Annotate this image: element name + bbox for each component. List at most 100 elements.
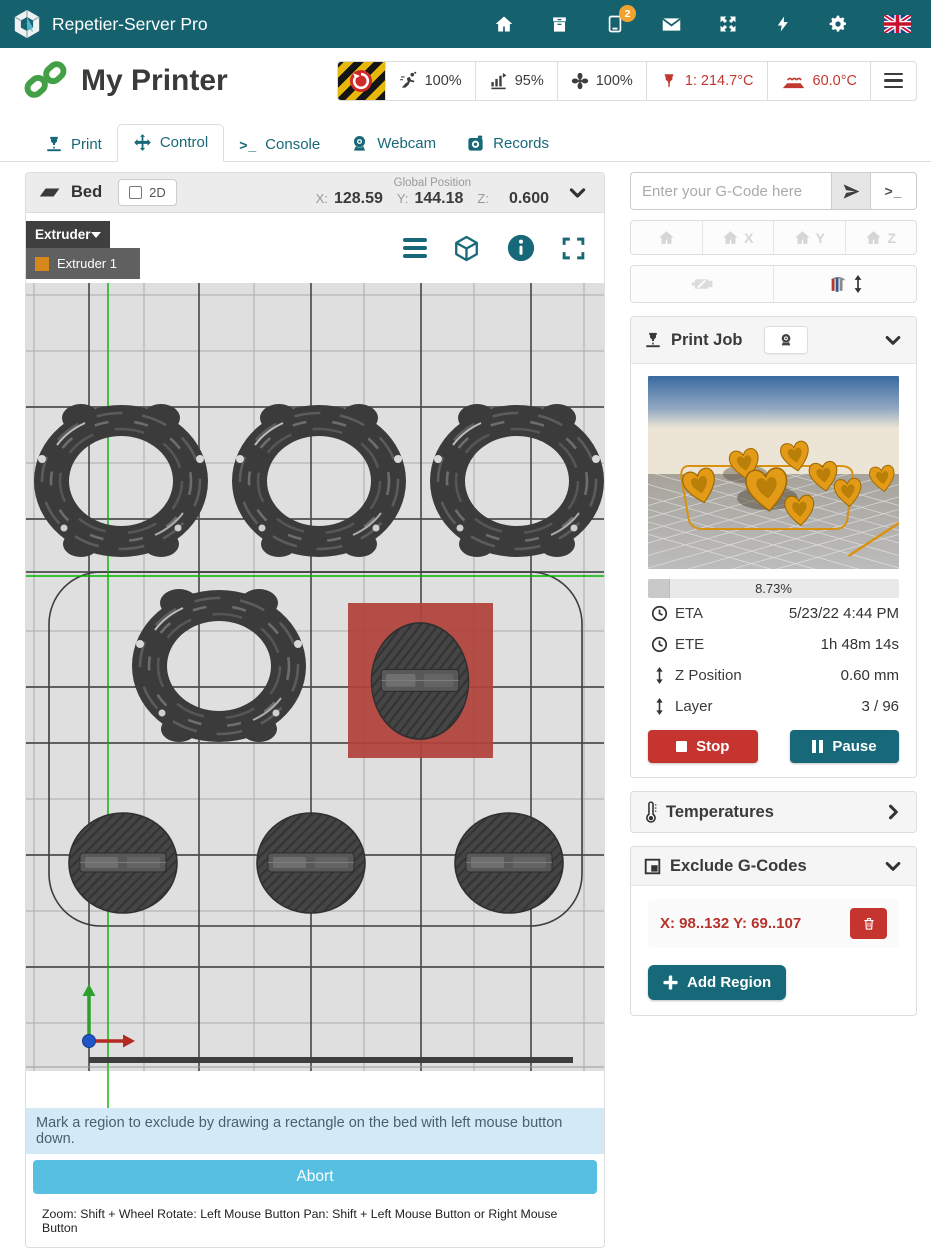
flow-multiplier[interactable]: 95% (475, 62, 557, 100)
home-x-button[interactable]: X (702, 221, 774, 254)
extruder-dropdown-label: Extruder (35, 227, 91, 242)
notification-badge: 2 (619, 5, 636, 22)
print-job-panel: Print Job (630, 316, 917, 778)
excluded-region-item[interactable]: X: 98..132 Y: 69..107 (648, 899, 899, 948)
temperatures-title: Temperatures (666, 803, 774, 822)
top-navbar: Repetier-Server Pro 2 (0, 0, 931, 48)
stop-icon (676, 741, 687, 752)
extruder-legend-item[interactable]: Extruder 1 (26, 248, 140, 279)
tab-control[interactable]: Control (117, 124, 224, 162)
menu-icon (884, 73, 903, 89)
speed-multiplier[interactable]: 100% (385, 62, 475, 100)
view-3d-cube-icon[interactable] (452, 234, 481, 263)
tab-records-label: Records (493, 135, 549, 152)
canvas-menu-icon[interactable] (403, 238, 427, 258)
home-icon[interactable] (494, 14, 514, 34)
fan-icon (571, 72, 589, 90)
power-bolt-icon[interactable] (774, 15, 792, 33)
messages-icon[interactable] (661, 14, 682, 35)
printers-icon[interactable]: 2 (605, 14, 625, 34)
bed-render-canvas[interactable] (26, 283, 604, 1108)
fullscreen-brackets-icon[interactable] (561, 236, 586, 261)
stop-button[interactable]: Stop (648, 730, 758, 763)
z-position-value: 0.600 (509, 190, 549, 208)
brand[interactable]: Repetier-Server Pro (12, 9, 208, 39)
open-console-button[interactable]: >_ (871, 172, 917, 210)
print-job-title: Print Job (671, 331, 743, 350)
aux-buttons-group (630, 265, 917, 303)
z-position-value: 0.60 mm (841, 667, 899, 684)
fullscreen-expand-icon[interactable] (718, 14, 738, 34)
z-axis-label: Z: (477, 191, 489, 206)
home-z-label: Z (887, 230, 896, 246)
excluded-region-label: X: 98..132 Y: 69..107 (660, 915, 801, 932)
eta-row: ETA 5/23/22 4:44 PM (648, 598, 899, 629)
settings-gear-icon[interactable] (828, 14, 848, 34)
exclude-gcodes-header[interactable]: Exclude G-Codes (631, 847, 916, 886)
collapse-print-job-icon[interactable] (883, 330, 903, 350)
tab-webcam[interactable]: Webcam (335, 126, 451, 162)
bed-temperature[interactable]: 60.0°C (767, 62, 871, 100)
printer-tabs: Print Control >_ Console Webcam Records (0, 115, 931, 162)
abort-button[interactable]: Abort (33, 1160, 597, 1194)
emergency-stop-button[interactable] (338, 62, 385, 100)
nozzle-icon (660, 72, 678, 90)
print-job-icon (644, 331, 662, 349)
dropdown-caret-icon (91, 232, 101, 238)
collapse-exclude-icon[interactable] (883, 856, 903, 876)
global-position: Global Position X: 128.59 Y: 144.18 Z: 0… (316, 177, 549, 208)
bed-temp-value: 60.0°C (813, 73, 858, 89)
motors-off-button[interactable] (631, 266, 773, 302)
collapse-bed-view-icon[interactable] (567, 182, 588, 203)
home-x-label: X (744, 230, 753, 246)
ete-value: 1h 48m 14s (821, 636, 899, 653)
records-camera-icon (466, 134, 485, 153)
home-y-button[interactable]: Y (773, 221, 845, 254)
expand-temperatures-icon[interactable] (883, 802, 903, 822)
printer-menu-button[interactable] (870, 62, 916, 100)
x-axis-label: X: (316, 191, 328, 206)
send-gcode-button[interactable] (831, 172, 871, 210)
tab-records[interactable]: Records (451, 126, 564, 162)
filament-change-button[interactable] (773, 266, 916, 302)
bed-view-card: Bed 2D Global Position X: 128.59 Y: 144.… (25, 172, 605, 1248)
pause-button[interactable]: Pause (790, 730, 900, 763)
tab-webcam-label: Webcam (377, 135, 436, 152)
print-job-header[interactable]: Print Job (631, 317, 916, 364)
temperatures-panel: Temperatures (630, 791, 917, 833)
canvas-help-text: Zoom: Shift + Wheel Rotate: Left Mouse B… (26, 1200, 604, 1247)
print-job-webcam-button[interactable] (764, 326, 808, 354)
pause-icon (812, 740, 824, 753)
clock-icon (648, 636, 670, 653)
up-down-arrow-icon (648, 698, 670, 715)
info-icon[interactable] (506, 233, 536, 263)
extruder-dropdown[interactable]: Extruder (26, 221, 110, 248)
delete-region-button[interactable] (850, 908, 887, 939)
tab-print-label: Print (71, 136, 102, 153)
pause-label: Pause (832, 738, 876, 755)
up-down-arrow-icon (648, 667, 670, 684)
add-region-button[interactable]: Add Region (648, 965, 786, 1000)
extruder-temperature[interactable]: 1: 214.7°C (646, 62, 767, 100)
link-chain-icon[interactable] (22, 57, 69, 104)
eta-value: 5/23/22 4:44 PM (789, 605, 899, 622)
checkbox-2d (129, 186, 142, 199)
view-2d-toggle[interactable]: 2D (118, 179, 177, 206)
view-2d-label: 2D (149, 185, 166, 200)
home-z-button[interactable]: Z (845, 221, 917, 254)
tab-console[interactable]: >_ Console (224, 128, 335, 162)
canvas-toolbar: Extruder Extruder 1 (26, 213, 604, 283)
home-all-button[interactable] (631, 221, 702, 254)
home-buttons-group: X Y Z (630, 220, 917, 255)
brand-name: Repetier-Server Pro (52, 14, 208, 35)
language-flag-icon[interactable] (884, 15, 911, 33)
temperatures-header[interactable]: Temperatures (631, 792, 916, 832)
tab-print[interactable]: Print (30, 127, 117, 162)
exclude-region-icon (644, 858, 661, 875)
gcode-input[interactable] (630, 172, 831, 210)
server-archive-icon[interactable] (550, 15, 569, 34)
layer-row: Layer 3 / 96 (648, 691, 899, 722)
fan-speed[interactable]: 100% (557, 62, 646, 100)
speed-value: 100% (425, 73, 462, 89)
y-position-value: 144.18 (414, 190, 463, 208)
